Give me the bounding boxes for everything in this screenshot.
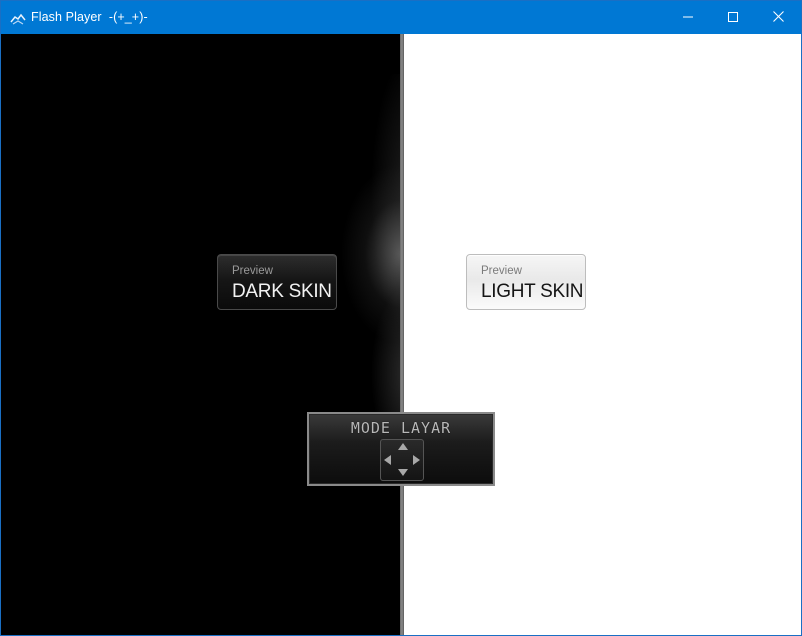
close-button[interactable] [755,1,801,34]
dark-skin-button[interactable]: Preview DARK SKIN [217,254,337,310]
dark-skin-preview-label: Preview [232,265,273,277]
arrow-up-icon[interactable] [398,443,408,450]
title-bar[interactable]: Flash Player -(+_+)- [1,1,801,34]
arrow-down-icon[interactable] [398,469,408,476]
close-icon [772,9,784,27]
arrow-right-icon[interactable] [413,455,420,465]
light-skin-panel [404,34,801,635]
minimize-button[interactable] [665,1,711,34]
maximize-button[interactable] [710,1,756,34]
dark-skin-title: DARK SKIN [232,281,332,302]
maximize-icon [728,9,738,27]
directional-pad-icon[interactable] [380,439,424,481]
flash-player-icon [10,12,26,25]
light-skin-button[interactable]: Preview LIGHT SKIN [466,254,586,310]
mode-layar-title: MODE LAYAR [350,419,452,437]
dark-decorative-swirl [341,74,400,434]
window-title: Flash Player -(+_+)- [31,10,148,24]
dark-skin-panel [1,34,400,635]
light-skin-preview-label: Preview [481,265,522,277]
flash-content-area: Preview DARK SKIN Preview LIGHT SKIN MOD… [1,34,801,635]
light-skin-title: LIGHT SKIN [481,281,584,302]
flash-player-window: Flash Player -(+_+)- Preview DARK SKIN P… [0,0,802,636]
arrow-left-icon[interactable] [384,455,391,465]
minimize-icon [683,9,693,27]
mode-layar-panel[interactable]: MODE LAYAR [307,412,495,486]
